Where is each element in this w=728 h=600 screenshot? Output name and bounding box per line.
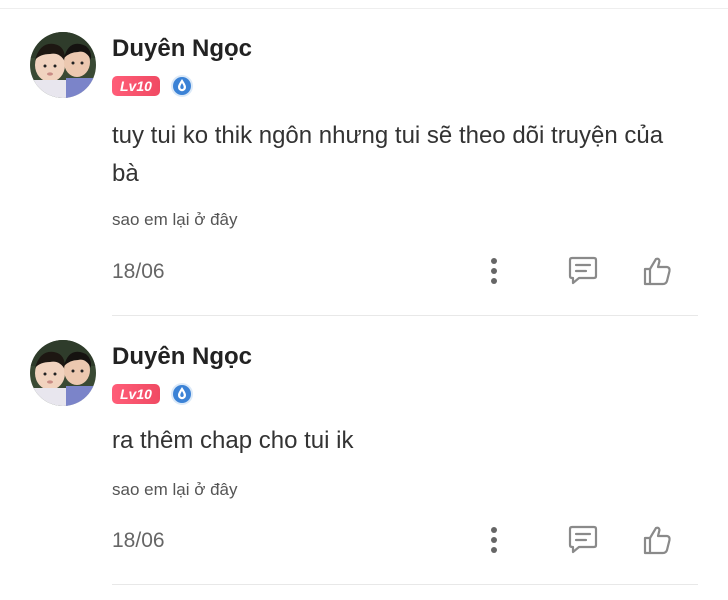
comment-date: 18/06 bbox=[112, 260, 165, 283]
droplet-rank-icon bbox=[170, 383, 193, 405]
thumbs-up-icon bbox=[643, 257, 671, 286]
like-button[interactable] bbox=[637, 251, 677, 291]
comment-text: ra thêm chap cho tui ik bbox=[112, 427, 354, 454]
avatar[interactable] bbox=[30, 340, 96, 406]
comment-item: Duyên Ngọc Lv10 tuy tui ko thik ngôn như… bbox=[0, 0, 728, 316]
replied-to-text: sao em lại ở đây bbox=[112, 480, 238, 499]
more-vertical-icon bbox=[491, 258, 497, 284]
replied-to-text: sao em lại ở đây bbox=[112, 210, 238, 229]
comment-text: tuy tui ko thik ngôn nhưng tui sẽ theo d… bbox=[112, 122, 664, 187]
like-button[interactable] bbox=[637, 520, 677, 560]
droplet-rank-icon bbox=[170, 75, 193, 97]
comment-item: Duyên Ngọc Lv10 ra thêm chap cho tui ik … bbox=[0, 316, 728, 586]
avatar[interactable] bbox=[30, 32, 96, 98]
username[interactable]: Duyên Ngọc bbox=[112, 35, 252, 63]
avatar-image bbox=[30, 340, 96, 406]
more-vertical-icon bbox=[491, 527, 497, 553]
comment-icon bbox=[568, 256, 598, 285]
more-options-button[interactable] bbox=[474, 520, 514, 560]
comment-date: 18/06 bbox=[112, 529, 165, 552]
reply-button[interactable] bbox=[563, 520, 603, 560]
username[interactable]: Duyên Ngọc bbox=[112, 343, 252, 371]
comment-list: Duyên Ngọc Lv10 tuy tui ko thik ngôn như… bbox=[0, 0, 728, 600]
level-badge: Lv10 bbox=[112, 76, 160, 96]
user-badges: Lv10 bbox=[112, 382, 194, 406]
avatar-image bbox=[30, 32, 96, 98]
user-badges: Lv10 bbox=[112, 74, 194, 98]
thumbs-up-icon bbox=[643, 526, 671, 555]
reply-button[interactable] bbox=[563, 251, 603, 291]
level-badge: Lv10 bbox=[112, 384, 160, 404]
more-options-button[interactable] bbox=[474, 251, 514, 291]
comment-icon bbox=[568, 525, 598, 554]
comment-divider bbox=[112, 584, 698, 585]
